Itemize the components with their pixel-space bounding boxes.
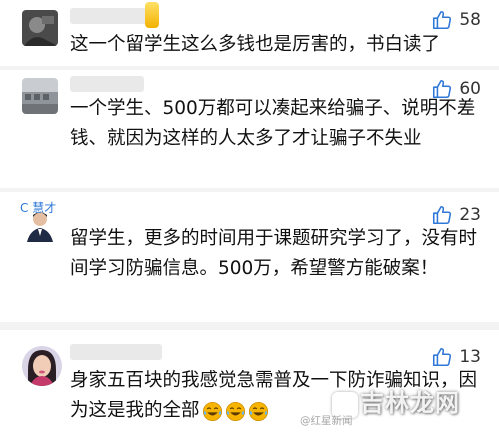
- medal-icon: [145, 2, 159, 28]
- weibo-watermark: @红星新闻: [300, 415, 353, 427]
- username[interactable]: [70, 8, 148, 24]
- avatar[interactable]: [22, 78, 58, 114]
- username[interactable]: [70, 76, 144, 92]
- comment-text: 这一个留学生这么多钱也是厉害的，书白读了: [70, 34, 441, 55]
- username[interactable]: C 慧才: [20, 200, 56, 216]
- like-count: 58: [459, 10, 481, 30]
- grinning-tears-face-icon: [202, 401, 222, 421]
- thumbs-up-icon: [433, 347, 452, 367]
- comment-card: 60 一个学生、500万都可以凑起来给骗子、说明不差钱、就因为这样的人太多了才让…: [0, 70, 499, 188]
- avatar[interactable]: [22, 346, 62, 386]
- like-button[interactable]: 13: [431, 346, 481, 368]
- comment-text: 一个学生、500万都可以凑起来给骗子、说明不差钱、就因为这样的人太多了才让骗子不…: [70, 98, 476, 149]
- grinning-tears-face-icon: [225, 401, 245, 421]
- like-count: 23: [459, 205, 481, 225]
- thumbs-up-icon: [433, 205, 452, 225]
- like-count: 13: [459, 347, 481, 367]
- avatar[interactable]: [22, 10, 58, 46]
- username[interactable]: [70, 344, 162, 360]
- comment-text: 留学生，更多的时间用于课题研究学习了，没有时间学习防骗信息。500万，希望警方能…: [70, 228, 478, 279]
- comment-card: C 慧才 23 留学生，更多的时间用于课题研究学习了，没有时间学习防骗信息。50…: [0, 192, 499, 322]
- grinning-tears-face-icon: [248, 401, 268, 421]
- thumbs-up-icon: [433, 10, 452, 30]
- site-watermark: 吉林龙网: [360, 389, 460, 417]
- emoji-group: [202, 401, 269, 422]
- like-button[interactable]: 23: [431, 204, 481, 226]
- comment-card: 58 这一个留学生这么多钱也是厉害的，书白读了: [0, 0, 499, 66]
- like-button[interactable]: 58: [431, 9, 481, 31]
